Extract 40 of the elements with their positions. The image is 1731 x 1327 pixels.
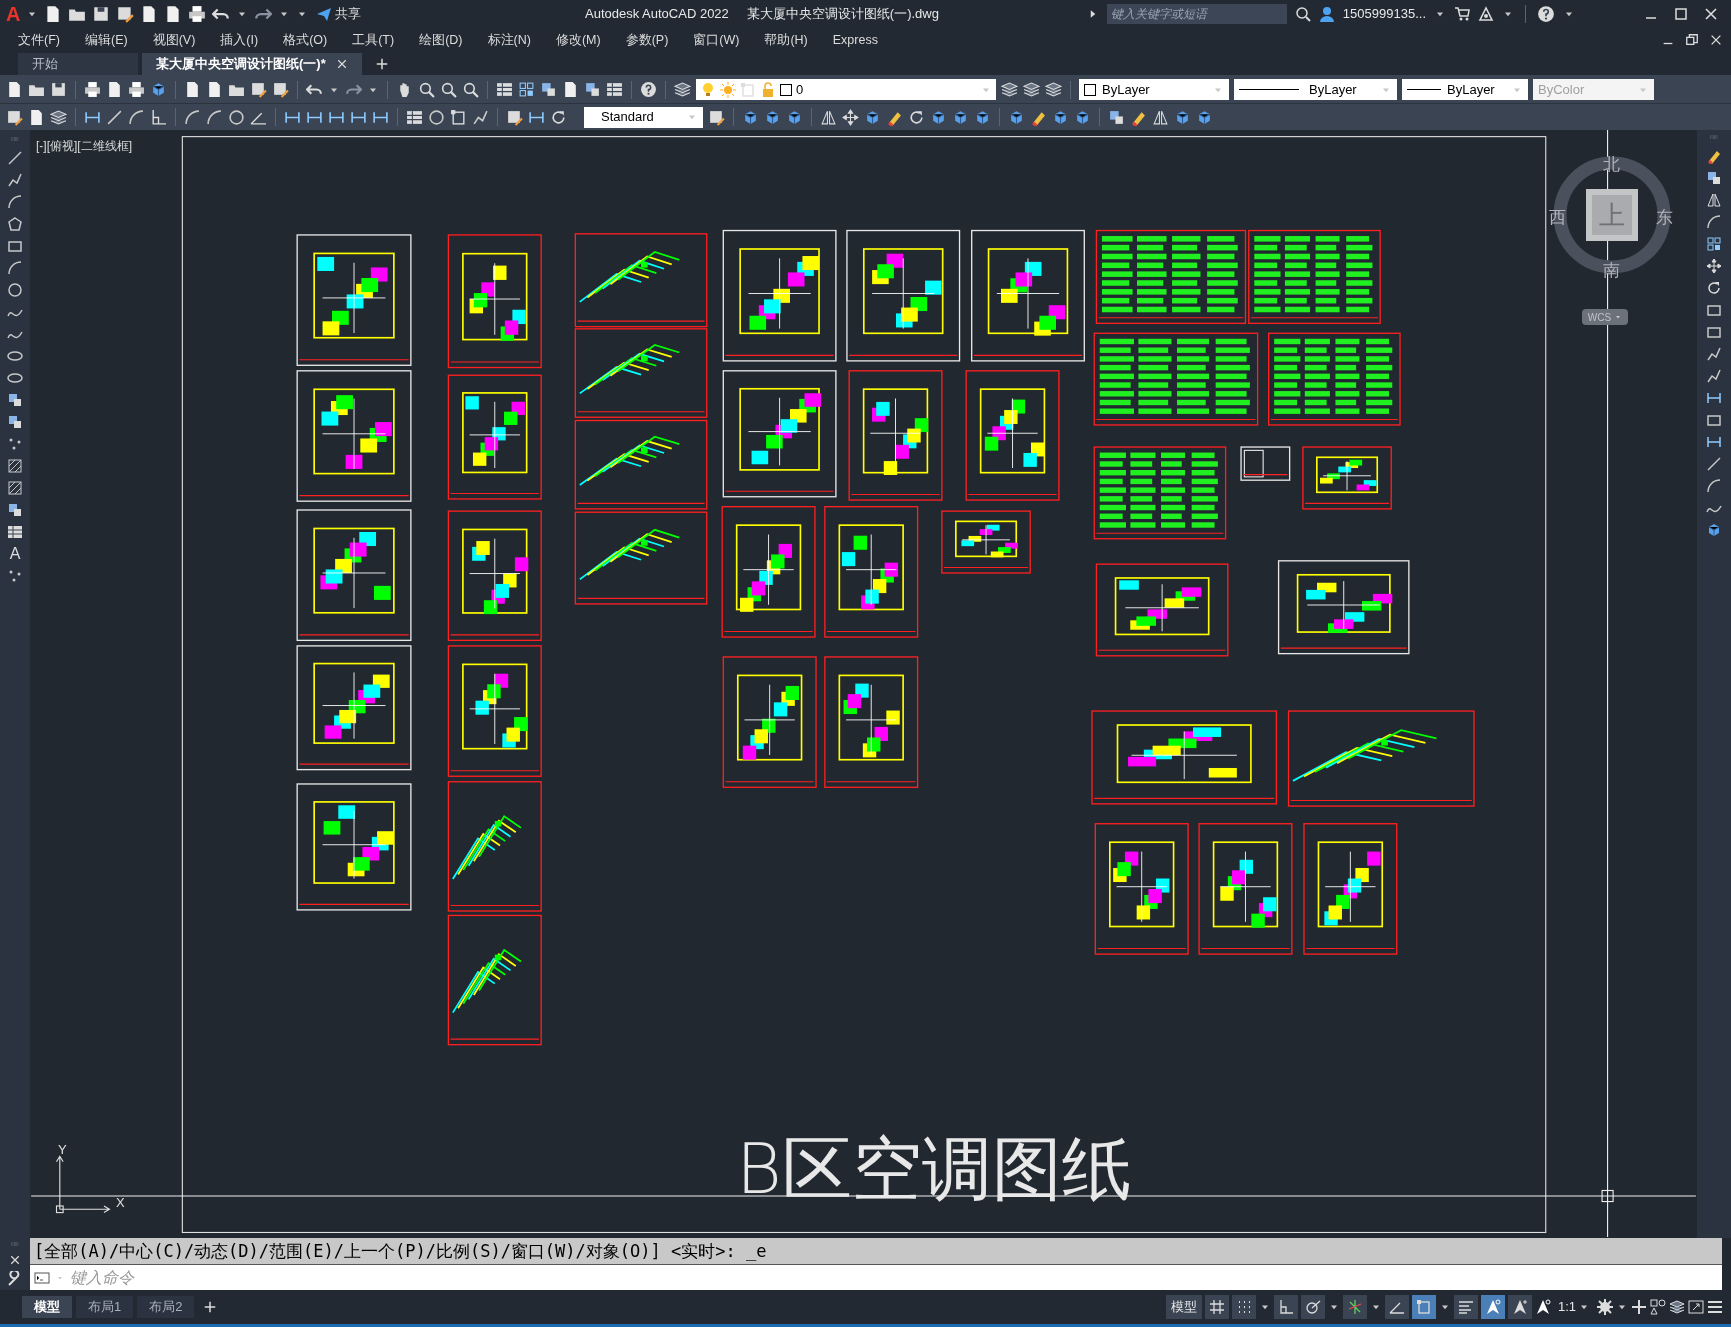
command-history: [全部(A)/中心(C)/动态(D)/范围(E)/上一个(P)/比例(S)/窗口(W)/对象(O)] <实时>: _e — [30, 1238, 1722, 1264]
compass-south-label[interactable]: 南 — [1603, 258, 1620, 284]
file-tab[interactable]: 开始 — [18, 53, 138, 75]
menu-item[interactable]: 文件(F) — [10, 30, 68, 50]
layer-dropdown[interactable]: 0 — [696, 79, 996, 100]
drawing-title: B区空调图纸 — [736, 1134, 1132, 1204]
compass-east-label[interactable]: 东 — [1656, 205, 1673, 231]
layout-tab[interactable]: 布局2 — [137, 1296, 195, 1318]
menu-item[interactable]: 编辑(E) — [76, 30, 136, 50]
axis-label: X — [116, 1194, 125, 1212]
menu-item[interactable]: Express — [824, 30, 886, 50]
menu-item[interactable]: 修改(M) — [547, 30, 609, 50]
compass-north-label[interactable]: 北 — [1603, 152, 1620, 178]
menu-item[interactable]: 窗口(W) — [685, 30, 748, 50]
menu-item[interactable]: 帮助(H) — [756, 30, 816, 50]
dimension-style-dropdown[interactable]: Standard — [584, 106, 703, 128]
menu-item[interactable]: 标注(N) — [479, 30, 539, 50]
menu-item[interactable]: 绘图(D) — [411, 30, 471, 50]
share-button[interactable]: 共享 — [314, 4, 364, 24]
document-title: 某大厦中央空调设计图纸(一).dwg — [746, 5, 939, 23]
menu-item[interactable]: 参数(P) — [617, 30, 677, 50]
layout-tab[interactable]: 布局1 — [76, 1296, 134, 1318]
linetype-dropdown[interactable]: ByLayer — [1234, 79, 1397, 100]
menu-item[interactable]: 插入(I) — [212, 30, 267, 50]
user-name[interactable]: 1505999135... — [1342, 4, 1426, 24]
menu-item[interactable]: 格式(O) — [275, 30, 336, 50]
menu-item[interactable]: 工具(T) — [344, 30, 403, 50]
model-space-button[interactable]: 模型 — [1165, 1295, 1202, 1319]
scale-button[interactable]: 1:1 — [1553, 1295, 1594, 1319]
compass-west-label[interactable]: 西 — [1549, 205, 1566, 231]
app-title: Autodesk AutoCAD 2022 — [585, 5, 729, 23]
viewport-controls[interactable]: [-][俯视][二维线框] — [36, 137, 132, 155]
file-tab[interactable]: 某大厦中央空调设计图纸(一)* — [142, 53, 362, 75]
menu-item[interactable]: 视图(V) — [144, 30, 204, 50]
layout-tab[interactable]: 模型 — [22, 1296, 72, 1318]
lineweight-dropdown[interactable]: ByLayer — [1402, 79, 1528, 100]
text-tool[interactable]: A — [9, 546, 21, 562]
axis-label: Y — [58, 1141, 67, 1159]
color-dropdown[interactable]: ByLayer — [1079, 79, 1229, 100]
search-field[interactable]: 键入关键字或短语 — [1106, 4, 1287, 24]
